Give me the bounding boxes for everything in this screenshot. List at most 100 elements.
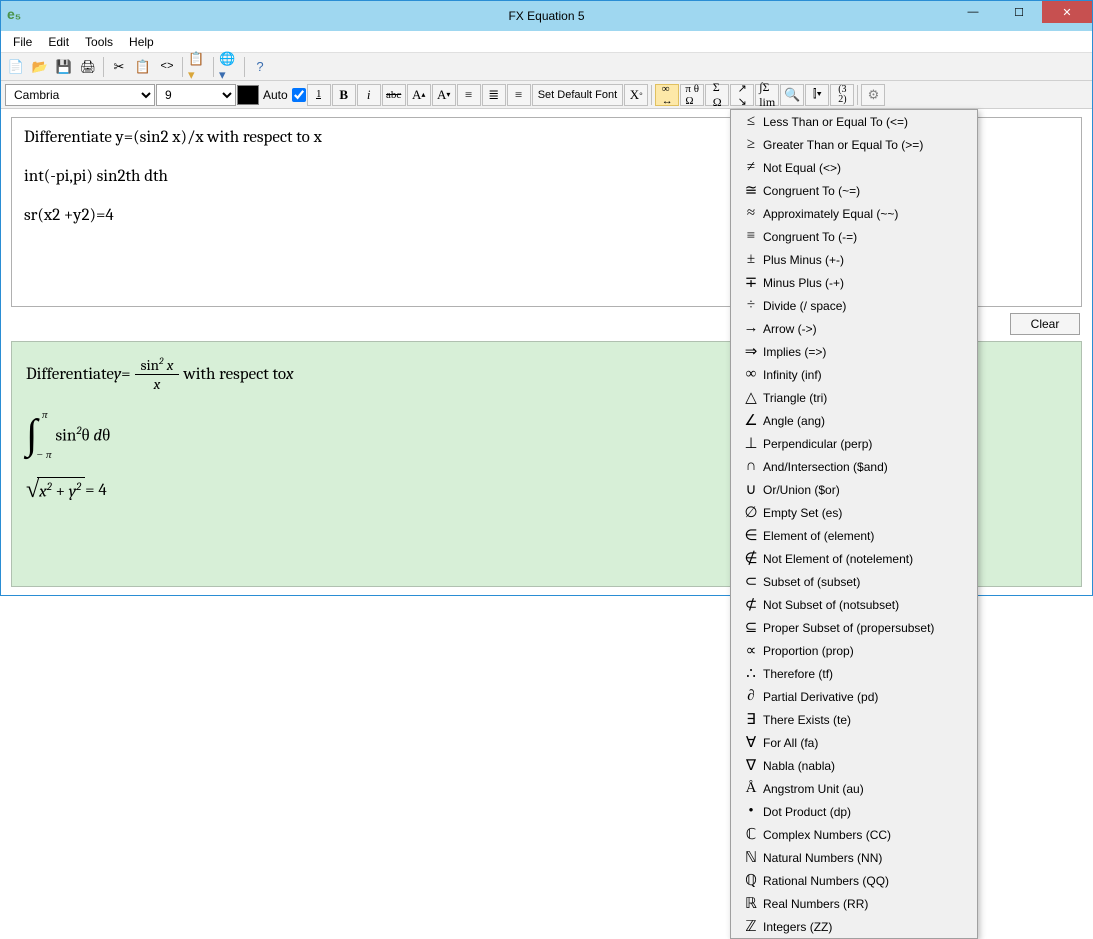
dropdown-item-10[interactable]: ⇒Implies (=>) <box>731 340 977 363</box>
dropdown-item-8[interactable]: ÷Divide (/ space) <box>731 294 977 317</box>
dropdown-item-21[interactable]: ⊄Not Subset of (notsubset) <box>731 593 977 616</box>
close-button[interactable]: ✕ <box>1042 1 1092 23</box>
dropdown-item-28[interactable]: ∇Nabla (nabla) <box>731 754 977 777</box>
dropdown-item-11[interactable]: ∞Infinity (inf) <box>731 363 977 386</box>
dropdown-item-5[interactable]: ≡Congruent To (-=) <box>731 225 977 248</box>
symbol-label: Not Subset of (notsubset) <box>763 598 969 612</box>
clear-button[interactable]: Clear <box>1010 313 1080 335</box>
dropdown-item-12[interactable]: △Triangle (tri) <box>731 386 977 409</box>
font-family-select[interactable]: Cambria <box>5 84 155 106</box>
separator <box>182 57 183 77</box>
symbol-label: Or/Union ($or) <box>763 483 969 497</box>
bold-button[interactable]: B <box>332 84 356 106</box>
binomial-dropdown-button[interactable]: (32) <box>830 84 854 106</box>
fraction-button[interactable]: 1 <box>307 84 331 106</box>
dropdown-item-32[interactable]: ℕNatural Numbers (NN) <box>731 846 977 869</box>
new-icon[interactable]: 📄 <box>5 56 27 78</box>
align-right-button[interactable]: ≡ <box>507 84 531 106</box>
symbol-icon: ∝ <box>739 641 763 660</box>
auto-label: Auto <box>263 88 288 102</box>
dropdown-item-1[interactable]: ≥Greater Than or Equal To (>=) <box>731 133 977 156</box>
paste-icon[interactable]: 📋▾ <box>187 56 209 78</box>
menu-tools[interactable]: Tools <box>77 33 121 51</box>
auto-checkbox[interactable] <box>292 88 306 102</box>
print-icon[interactable]: 🖨 <box>77 56 99 78</box>
font-decrease-button[interactable]: A▾ <box>432 84 456 106</box>
help-icon[interactable]: ? <box>249 56 271 78</box>
dropdown-item-20[interactable]: ⊂Subset of (subset) <box>731 570 977 593</box>
menu-file[interactable]: File <box>5 33 40 51</box>
save-icon[interactable]: 💾 <box>53 56 75 78</box>
dropdown-item-4[interactable]: ≈Approximately Equal (~~) <box>731 202 977 225</box>
dropdown-item-2[interactable]: ≠Not Equal (<>) <box>731 156 977 179</box>
dropdown-item-35[interactable]: ℤIntegers (ZZ) <box>731 915 977 938</box>
sigma-dropdown-button[interactable]: ΣΩ <box>705 84 729 106</box>
dropdown-item-25[interactable]: ∂Partial Derivative (pd) <box>731 685 977 708</box>
dropdown-item-0[interactable]: ≤Less Than or Equal To (<=) <box>731 110 977 133</box>
symbol-icon: ± <box>739 251 763 268</box>
separator <box>244 57 245 77</box>
menu-help[interactable]: Help <box>121 33 162 51</box>
dropdown-item-18[interactable]: ∈Element of (element) <box>731 524 977 547</box>
dropdown-item-34[interactable]: ℝReal Numbers (RR) <box>731 892 977 915</box>
superscript-x-button[interactable]: X° <box>624 84 648 106</box>
symbol-label: Proper Subset of (propersubset) <box>763 621 969 635</box>
dropdown-item-30[interactable]: •Dot Product (dp) <box>731 800 977 823</box>
dropdown-item-9[interactable]: →Arrow (->) <box>731 317 977 340</box>
open-icon[interactable]: 📂 <box>29 56 51 78</box>
dropdown-item-16[interactable]: ∪Or/Union ($or) <box>731 478 977 501</box>
symbol-label: Approximately Equal (~~) <box>763 207 969 221</box>
align-center-button[interactable]: ≣ <box>482 84 506 106</box>
font-increase-button[interactable]: A▴ <box>407 84 431 106</box>
dropdown-item-31[interactable]: ℂComplex Numbers (CC) <box>731 823 977 846</box>
greek-dropdown-button[interactable]: π θΩ <box>680 84 704 106</box>
symbol-icon: ≈ <box>739 205 763 222</box>
dropdown-item-19[interactable]: ∉Not Element of (notelement) <box>731 547 977 570</box>
dropdown-item-15[interactable]: ∩And/Intersection ($and) <box>731 455 977 478</box>
symbol-label: Not Element of (notelement) <box>763 552 969 566</box>
matrix-dropdown-button[interactable]: ⫿▾ <box>805 84 829 106</box>
menu-edit[interactable]: Edit <box>40 33 77 51</box>
font-size-select[interactable]: 9 <box>156 84 236 106</box>
dropdown-item-13[interactable]: ∠Angle (ang) <box>731 409 977 432</box>
dropdown-item-14[interactable]: ⊥Perpendicular (perp) <box>731 432 977 455</box>
minimize-button[interactable]: — <box>950 1 996 23</box>
set-default-font-button[interactable]: Set Default Font <box>532 84 624 106</box>
integral-dropdown-button[interactable]: ∫Σlim <box>755 84 779 106</box>
dropdown-item-22[interactable]: ⊆Proper Subset of (propersubset) <box>731 616 977 639</box>
strikethrough-button[interactable]: abc <box>382 84 406 106</box>
web-icon[interactable]: 🌐▾ <box>218 56 240 78</box>
code-icon[interactable]: <> <box>156 56 178 78</box>
separator <box>857 85 858 105</box>
symbol-icon: ∓ <box>739 273 763 292</box>
copy-icon[interactable]: 📋 <box>132 56 154 78</box>
maximize-button[interactable]: ☐ <box>996 1 1042 23</box>
arrows-dropdown-button[interactable]: ↗↘ <box>730 84 754 106</box>
symbol-label: Congruent To (-=) <box>763 230 969 244</box>
symbol-icon: ⊂ <box>739 572 763 591</box>
align-left-button[interactable]: ≡ <box>457 84 481 106</box>
titlebar: e₅ FX Equation 5 — ☐ ✕ <box>1 1 1092 31</box>
dropdown-item-27[interactable]: ∀For All (fa) <box>731 731 977 754</box>
symbol-icon: △ <box>739 388 763 407</box>
symbol-label: Divide (/ space) <box>763 299 969 313</box>
symbol-label: Dot Product (dp) <box>763 805 969 819</box>
dropdown-item-24[interactable]: ∴Therefore (tf) <box>731 662 977 685</box>
dropdown-item-6[interactable]: ±Plus Minus (+-) <box>731 248 977 271</box>
symbol-label: Real Numbers (RR) <box>763 897 969 911</box>
color-picker[interactable] <box>237 85 259 105</box>
settings-button[interactable]: ⚙ <box>861 84 885 106</box>
cut-icon[interactable]: ✂ <box>108 56 130 78</box>
dropdown-item-7[interactable]: ∓Minus Plus (-+) <box>731 271 977 294</box>
dropdown-item-17[interactable]: ∅Empty Set (es) <box>731 501 977 524</box>
dropdown-item-29[interactable]: ÅAngstrom Unit (au) <box>731 777 977 800</box>
symbol-icon: ≠ <box>739 159 763 176</box>
symbols-dropdown-button[interactable]: ∞↔ <box>655 84 679 106</box>
magnify-dropdown-button[interactable]: 🔍 <box>780 84 804 106</box>
symbol-label: Therefore (tf) <box>763 667 969 681</box>
italic-button[interactable]: i <box>357 84 381 106</box>
dropdown-item-23[interactable]: ∝Proportion (prop) <box>731 639 977 662</box>
dropdown-item-26[interactable]: ∃There Exists (te) <box>731 708 977 731</box>
dropdown-item-3[interactable]: ≅Congruent To (~=) <box>731 179 977 202</box>
dropdown-item-33[interactable]: ℚRational Numbers (QQ) <box>731 869 977 892</box>
